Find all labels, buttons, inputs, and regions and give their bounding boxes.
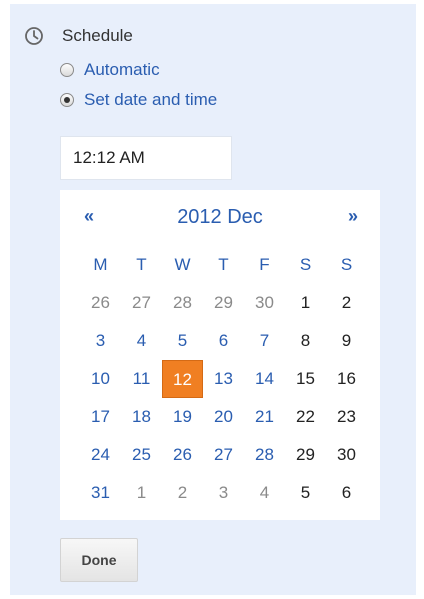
schedule-panel: Schedule Automatic Set date and time « 2…: [10, 4, 416, 595]
calendar-day[interactable]: 8: [285, 322, 326, 360]
time-input[interactable]: [60, 136, 232, 180]
weekday-label: T: [136, 255, 147, 274]
calendar-day[interactable]: 14: [244, 360, 285, 398]
calendar-week-row: 24 25 26 27 28 29 30: [80, 436, 370, 474]
calendar-day[interactable]: 28: [162, 284, 203, 322]
date-picker-calendar: « 2012 Dec » M T W T F S S 26 27 28 29 30 1 2 3…: [60, 190, 380, 520]
calendar-day[interactable]: 4: [121, 322, 162, 360]
set-date-time-radio[interactable]: [60, 93, 74, 107]
calendar-day[interactable]: 21: [244, 398, 285, 436]
calendar-day[interactable]: 28: [244, 436, 285, 474]
automatic-radio[interactable]: [60, 63, 74, 77]
calendar-day-selected[interactable]: 12: [162, 360, 203, 398]
weekday-label: S: [299, 255, 312, 274]
calendar-day[interactable]: 11: [121, 360, 162, 398]
calendar-day[interactable]: 20: [203, 398, 244, 436]
calendar-day[interactable]: 13: [203, 360, 244, 398]
done-button[interactable]: Done: [60, 538, 138, 582]
calendar-day[interactable]: 9: [326, 322, 367, 360]
calendar-day[interactable]: 29: [285, 436, 326, 474]
calendar-day[interactable]: 26: [80, 284, 121, 322]
calendar-day[interactable]: 17: [80, 398, 121, 436]
calendar-day[interactable]: 3: [203, 474, 244, 512]
calendar-day[interactable]: 22: [285, 398, 326, 436]
calendar-day[interactable]: 23: [326, 398, 367, 436]
weekday-label: S: [340, 255, 353, 274]
set-date-time-label[interactable]: Set date and time: [84, 90, 217, 110]
calendar-day[interactable]: 1: [121, 474, 162, 512]
calendar-day[interactable]: 30: [244, 284, 285, 322]
calendar-day[interactable]: 30: [326, 436, 367, 474]
calendar-day[interactable]: 7: [244, 322, 285, 360]
calendar-grid: M T W T F S S 26 27 28 29 30 1 2 3 4 5 6 7 8 9 10 11 12 1…: [80, 246, 370, 512]
calendar-day[interactable]: 31: [80, 474, 121, 512]
next-month-button[interactable]: »: [348, 206, 358, 227]
weekday-label: F: [259, 255, 270, 274]
calendar-day[interactable]: 15: [285, 360, 326, 398]
calendar-week-row: 10 11 12 13 14 15 16: [80, 360, 370, 398]
calendar-day[interactable]: 29: [203, 284, 244, 322]
weekday-header-row: M T W T F S S: [80, 246, 370, 284]
calendar-day[interactable]: 18: [121, 398, 162, 436]
automatic-label[interactable]: Automatic: [84, 60, 160, 80]
schedule-header: Schedule: [24, 26, 133, 46]
calendar-day[interactable]: 6: [326, 474, 367, 512]
calendar-day[interactable]: 5: [162, 322, 203, 360]
calendar-day[interactable]: 2: [326, 284, 367, 322]
calendar-weeks: 26 27 28 29 30 1 2 3 4 5 6 7 8 9 10 11 12 13 14 15 16 17 18 19 2…: [80, 284, 370, 512]
set-date-time-option[interactable]: Set date and time: [60, 90, 217, 110]
weekday-label: M: [93, 255, 108, 274]
calendar-day[interactable]: 6: [203, 322, 244, 360]
calendar-day[interactable]: 27: [203, 436, 244, 474]
weekday-label: T: [218, 255, 229, 274]
calendar-day[interactable]: 10: [80, 360, 121, 398]
calendar-day[interactable]: 26: [162, 436, 203, 474]
calendar-day[interactable]: 1: [285, 284, 326, 322]
calendar-day[interactable]: 25: [121, 436, 162, 474]
automatic-option[interactable]: Automatic: [60, 60, 160, 80]
calendar-day[interactable]: 27: [121, 284, 162, 322]
calendar-day[interactable]: 3: [80, 322, 121, 360]
calendar-week-row: 3456789: [80, 322, 370, 360]
calendar-month-title: 2012 Dec: [177, 206, 263, 228]
calendar-week-row: 17 18 19 20 21 22 23: [80, 398, 370, 436]
weekday-label: W: [174, 255, 191, 274]
schedule-label: Schedule: [62, 26, 133, 45]
calendar-day[interactable]: 19: [162, 398, 203, 436]
calendar-week-row: 31 1 2 3 4 5 6: [80, 474, 370, 512]
clock-icon: [25, 27, 43, 45]
calendar-day[interactable]: 24: [80, 436, 121, 474]
calendar-day[interactable]: 4: [244, 474, 285, 512]
calendar-day[interactable]: 2: [162, 474, 203, 512]
calendar-day[interactable]: 5: [285, 474, 326, 512]
calendar-day[interactable]: 16: [326, 360, 367, 398]
calendar-header: « 2012 Dec »: [60, 206, 380, 232]
calendar-week-row: 26 27 28 29 30 1 2: [80, 284, 370, 322]
